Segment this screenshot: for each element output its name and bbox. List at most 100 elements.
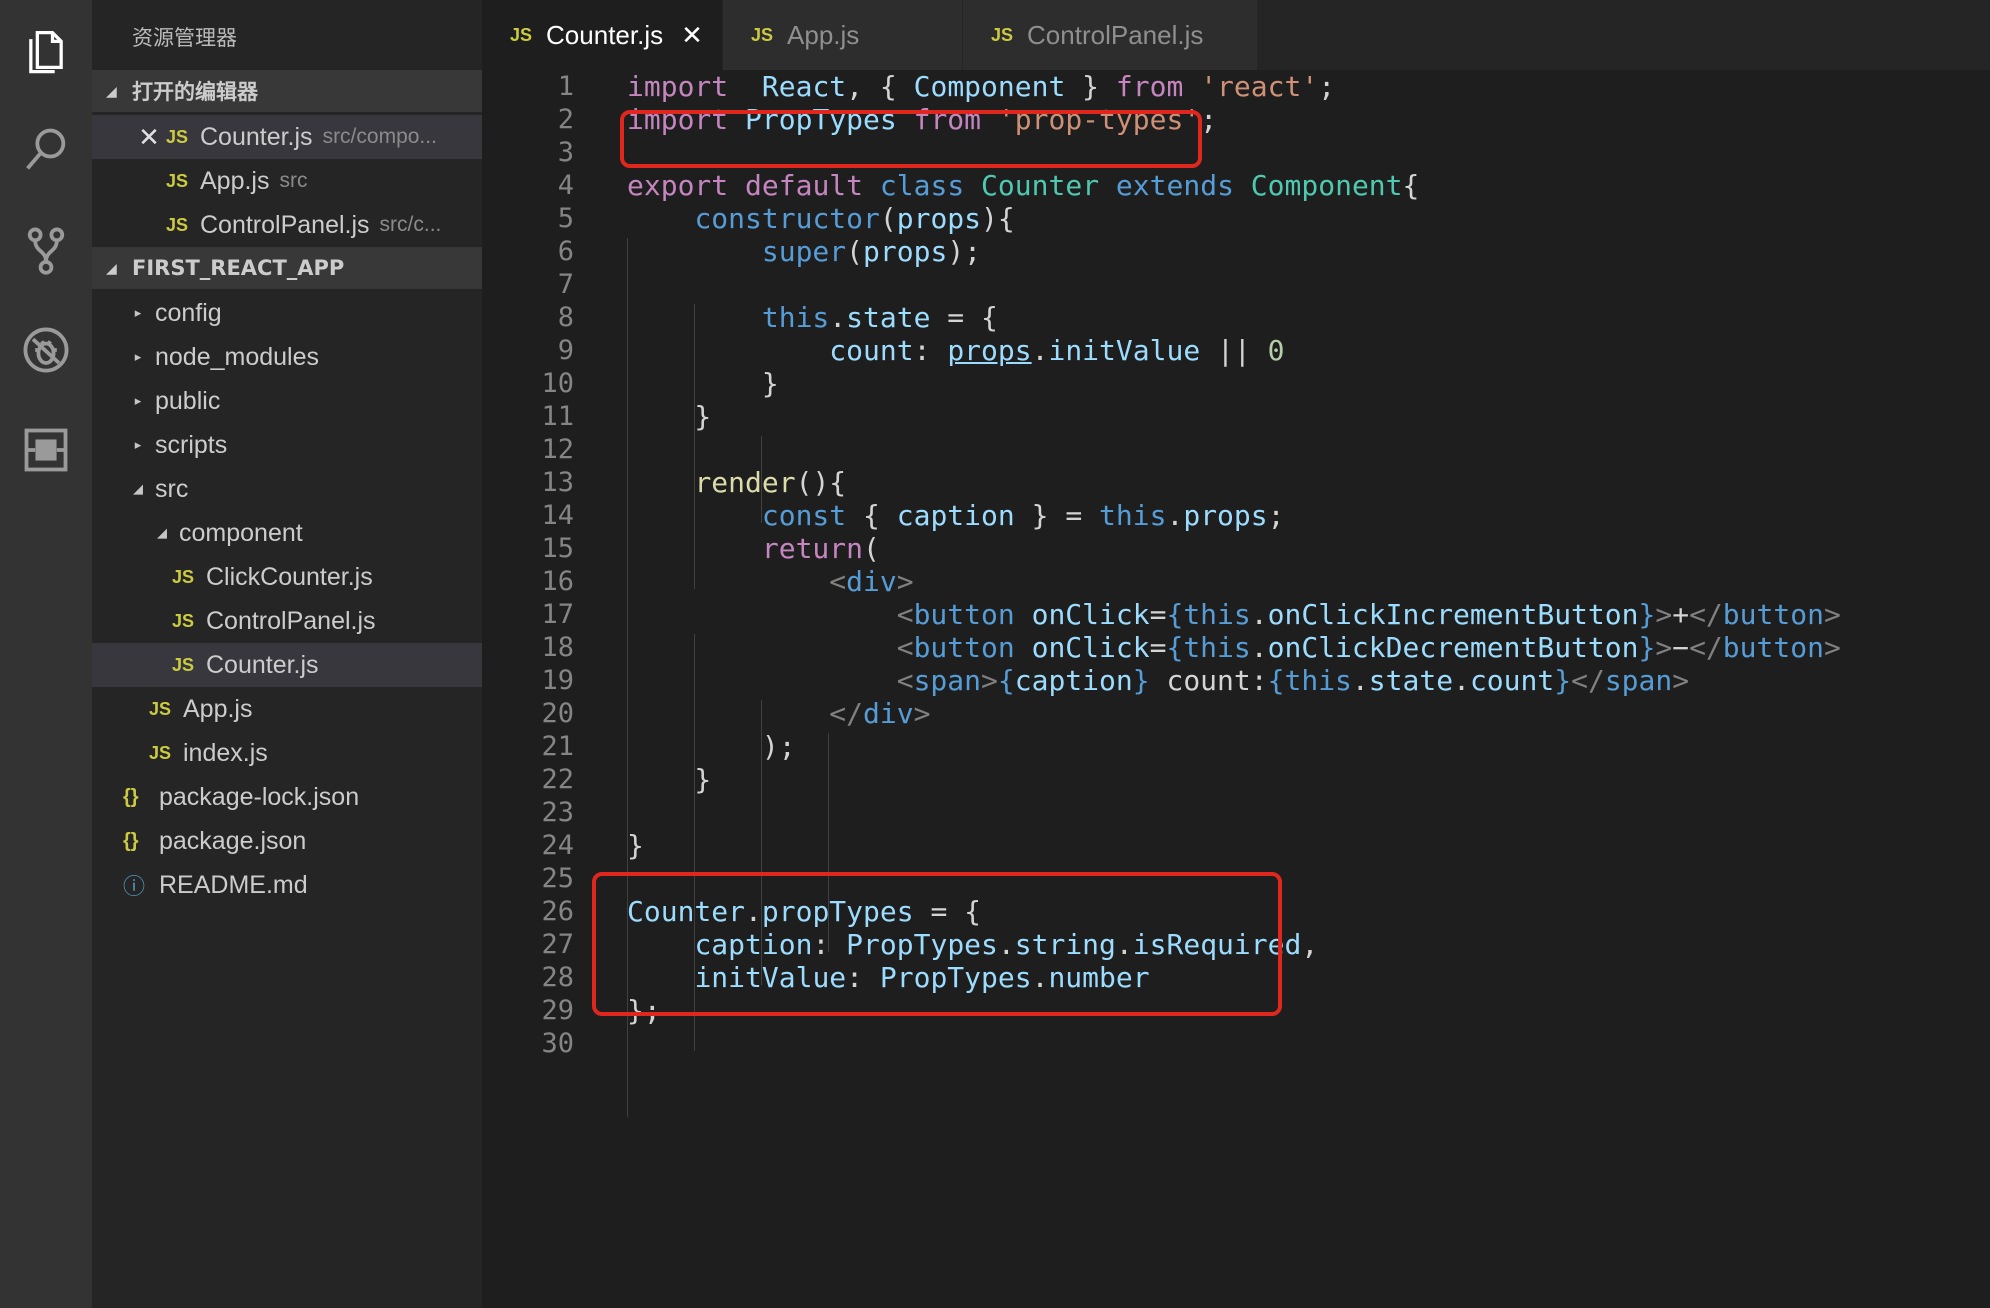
tree-item-readme[interactable]: ⓘ README.md	[92, 863, 482, 907]
open-editor-name: App.js	[200, 166, 270, 195]
tab-label: ControlPanel.js	[1027, 19, 1204, 50]
code-token: {	[1267, 664, 1285, 697]
js-file-icon: JS	[172, 566, 195, 587]
code-token: initValue	[1048, 334, 1201, 367]
code-token: }	[627, 400, 712, 433]
activity-bar	[0, 0, 92, 1308]
code-token: div	[863, 697, 914, 730]
code-token: }	[1554, 664, 1572, 697]
code-token: 0	[1267, 334, 1285, 367]
tree-item-app[interactable]: JS App.js	[92, 687, 482, 731]
source-control-icon[interactable]	[0, 200, 92, 300]
code-token: props	[863, 235, 948, 268]
tree-item-label: node_modules	[155, 342, 320, 371]
tab-counter[interactable]: JS Counter.js ✕	[482, 0, 723, 70]
tree-item-counter[interactable]: JS Counter.js	[92, 643, 482, 687]
open-editor-counter[interactable]: ✕ JS Counter.js src/compo...	[92, 115, 482, 159]
code-token: button	[1722, 631, 1824, 664]
code-token: .	[1166, 499, 1184, 532]
tab-label: App.js	[787, 19, 860, 50]
code-token: caption	[896, 499, 1015, 532]
expand-chevron-icon: ▸	[134, 305, 142, 320]
code-token: ;	[1318, 70, 1336, 103]
tree-item-label: config	[155, 298, 222, 327]
tree-item-public[interactable]: ▸ public	[92, 379, 482, 423]
open-editor-name: Counter.js	[200, 122, 313, 151]
js-file-icon: JS	[172, 610, 195, 631]
js-file-icon: JS	[149, 698, 172, 719]
code-token: </	[829, 697, 864, 730]
files-icon[interactable]	[0, 0, 92, 100]
expand-chevron-icon: ▸	[134, 349, 142, 364]
code-token: props	[1183, 499, 1268, 532]
code-token: .	[1351, 664, 1369, 697]
tree-item-component[interactable]: ◢ component	[92, 511, 482, 555]
expand-chevron-icon: ▸	[134, 437, 142, 452]
js-file-icon: JS	[172, 654, 195, 675]
extensions-icon[interactable]	[0, 400, 92, 500]
code-token: ){	[981, 202, 1015, 235]
code-line: }	[627, 825, 644, 867]
open-editors-header[interactable]: ◢ 打开的编辑器	[92, 70, 482, 112]
code-token: >	[1823, 631, 1841, 664]
tree-item-scripts[interactable]: ▸ scripts	[92, 423, 482, 467]
info-file-icon: ⓘ	[123, 874, 146, 899]
js-file-icon: JS	[166, 170, 189, 191]
js-file-icon: JS	[149, 742, 172, 763]
collapse-triangle-icon: ◢	[133, 481, 143, 496]
tab-controlpanel[interactable]: JS ControlPanel.js	[963, 0, 1258, 70]
tree-item-config[interactable]: ▸ config	[92, 291, 482, 335]
code-line: super(props);	[627, 231, 981, 273]
code-token: this	[1284, 664, 1352, 697]
json-file-icon: {}	[123, 785, 139, 808]
code-token: ;	[1267, 499, 1285, 532]
open-editors-label: 打开的编辑器	[132, 80, 258, 104]
open-editor-controlpanel[interactable]: JS ControlPanel.js src/c...	[92, 203, 482, 247]
code-token: props	[947, 334, 1032, 367]
tree-item-index[interactable]: JS index.js	[92, 731, 482, 775]
code-token: );	[947, 235, 982, 268]
highlight-box-proptypes	[592, 872, 1282, 1016]
open-editor-path: src/c...	[379, 213, 442, 236]
code-token: extends	[1115, 169, 1234, 202]
tree-item-label: package.json	[159, 826, 307, 855]
code-token: } =	[1014, 499, 1100, 532]
debug-icon[interactable]	[0, 300, 92, 400]
project-header[interactable]: ◢ FIRST_REACT_APP	[92, 247, 482, 289]
tree-item-node-modules[interactable]: ▸ node_modules	[92, 335, 482, 379]
close-icon[interactable]: ✕	[132, 122, 166, 153]
code-token: span	[1604, 664, 1673, 697]
js-file-icon: JS	[991, 24, 1014, 45]
js-file-icon: JS	[510, 24, 533, 45]
tree-item-controlpanel[interactable]: JS ControlPanel.js	[92, 599, 482, 643]
project-label: FIRST_REACT_APP	[132, 256, 345, 280]
tree-item-label: package-lock.json	[159, 782, 360, 811]
tree-item-clickcounter[interactable]: JS ClickCounter.js	[92, 555, 482, 599]
tree-item-label: component	[179, 518, 303, 547]
tree-item-label: App.js	[183, 694, 253, 723]
code-token: (	[846, 235, 864, 268]
code-token: :	[913, 334, 948, 367]
code-token: super	[761, 235, 847, 268]
sidebar-title: 资源管理器	[132, 26, 237, 50]
js-file-icon: JS	[751, 24, 774, 45]
collapse-triangle-icon: ◢	[157, 525, 167, 540]
tree-item-src[interactable]: ◢ src	[92, 467, 482, 511]
tree-item-package-lock[interactable]: {} package-lock.json	[92, 775, 482, 819]
code-editor[interactable]: 1 2 3 4 5 6 7 8 9 10 11 12 13 14 15 16 17 18 19 20 21 22 23 24 2…	[482, 70, 1990, 1308]
tree-item-package[interactable]: {} package.json	[92, 819, 482, 863]
open-editor-path: src	[279, 169, 308, 192]
code-token: {	[997, 664, 1015, 697]
js-file-icon: JS	[166, 214, 189, 235]
code-token: Component	[1250, 169, 1403, 202]
tree-item-label: index.js	[183, 738, 268, 767]
search-icon[interactable]	[0, 100, 92, 200]
collapse-triangle-icon: ◢	[106, 82, 117, 99]
tab-app[interactable]: JS App.js	[723, 0, 963, 70]
explorer-sidebar: 资源管理器 ◢ 打开的编辑器 ✕ JS Counter.js src/compo…	[92, 0, 482, 1308]
open-editor-app[interactable]: JS App.js src	[92, 159, 482, 203]
close-icon[interactable]: ✕	[681, 20, 703, 51]
tree-item-label: ClickCounter.js	[206, 562, 373, 591]
tree-item-label: ControlPanel.js	[206, 606, 376, 635]
